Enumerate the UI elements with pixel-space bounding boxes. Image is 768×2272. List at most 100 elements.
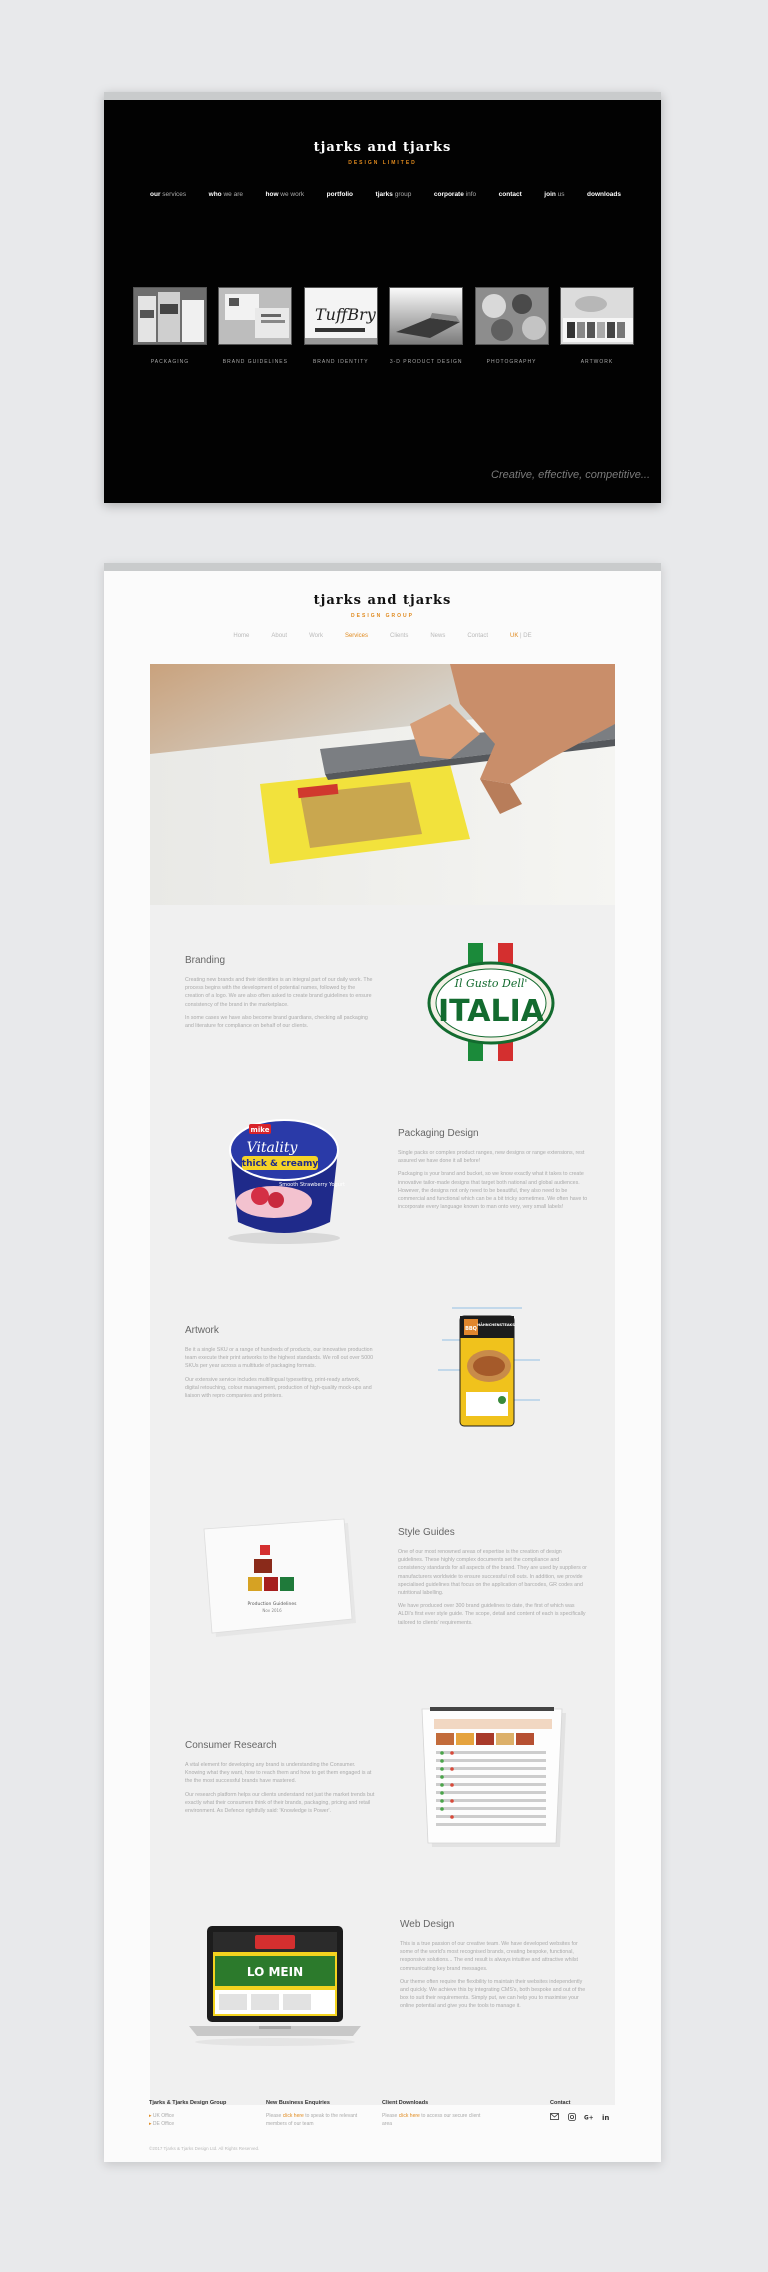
section-paragraph: Packaging is your brand and bucket, so w… [398,1171,588,1211]
section-consumer-research: Consumer Research A vital element for de… [150,1695,615,1895]
instagram-icon[interactable] [567,2112,576,2121]
web-design-text: Web Design This is a true passion of our… [400,1919,590,2016]
new-brand: tjarks and tjarks DESIGN GROUP [104,593,661,619]
section-paragraph: Our extensive service includes multiling… [185,1376,372,1400]
section-paragraph: This is a true passion of our creative t… [400,1941,579,1972]
services-panel: Branding Creating new brands and their i… [150,905,615,2105]
client-downloads-link[interactable]: click here [399,2113,420,2119]
artwork-thumb [559,287,634,345]
branding-text: Branding Creating new brands and their i… [185,955,375,1035]
section-paragraph: Single packs or complex product ranges, … [398,1150,585,1165]
style-guides-text: Style Guides One of our most renowned ar… [398,1527,588,1632]
svg-text:Production Guidelines: Production Guidelines [247,1601,297,1607]
section-title: Consumer Research [185,1740,277,1751]
old-nav-item[interactable]: corporate info [434,191,476,198]
mail-icon[interactable] [550,2112,559,2121]
section-paragraph: Creating new brands and their identities… [185,977,373,1008]
footer-heading: Contact [550,2100,571,2106]
svg-text:mike: mike [251,1126,270,1134]
nav-home[interactable]: Home [233,633,249,639]
tile-3d-product-design[interactable]: 3-D PRODUCT DESIGN [389,287,464,365]
style-guide-image: Production Guidelines Nov 2016 [200,1515,360,1650]
section-branding: Branding Creating new brands and their i… [150,905,615,1095]
new-tagline: DESIGN GROUP [351,613,414,619]
copyright: ©2017 Tjarks & Tjarks Design Ltd. All Ri… [149,2146,260,2151]
packaging-thumb [133,287,207,345]
old-nav: our services who we are how we work port… [150,191,621,198]
svg-text:Nov 2016: Nov 2016 [262,1608,282,1613]
section-paragraph: Our research platform helps our clients … [185,1791,375,1815]
new-business-link[interactable]: click here [283,2113,304,2119]
footer-new-business: New Business Enquiries Please click here… [266,2100,366,2128]
language-switch[interactable]: UK | DE [510,633,532,639]
old-logo[interactable]: tjarks and tjarks [104,140,661,155]
nav-clients[interactable]: Clients [390,633,408,639]
svg-text:Vitality: Vitality [247,1140,299,1156]
old-nav-item[interactable]: join us [544,191,564,198]
yogurt-pack-image: mike Vitality thick & creamy Smooth Stra… [214,1110,354,1255]
section-paragraph: A vital element for developing any brand… [185,1762,372,1785]
old-nav-item[interactable]: how we work [266,191,305,198]
tile-label: ARTWORK [580,359,614,365]
tile-brand-guidelines[interactable]: BRAND GUIDELINES [218,287,293,365]
hero-image [150,664,615,905]
footer-heading: Tjarks & Tjarks Design Group [149,2100,227,2106]
old-nav-item[interactable]: contact [499,191,522,198]
svg-text:ITALIA: ITALIA [438,994,545,1029]
section-paragraph: Be it a single SKU or a range of hundred… [185,1347,374,1370]
section-paragraph: In some cases we have also become brand … [185,1014,368,1030]
product-design-thumb [389,287,464,345]
italia-logo-image: Il Gusto Dell' ITALIA [426,943,556,1066]
svg-text:Il Gusto Dell': Il Gusto Dell' [454,977,528,990]
svg-text:thick & creamy: thick & creamy [242,1159,319,1169]
footer-text: Please click here to access our secure c… [382,2113,481,2127]
old-nav-item[interactable]: downloads [587,191,621,198]
tile-label: PACKAGING [150,359,190,365]
tile-artwork[interactable]: ARTWORK [559,287,634,365]
section-paragraph: We have produced over 300 brand guidelin… [398,1603,586,1626]
svg-text:Smooth Strawberry Yogurt: Smooth Strawberry Yogurt [279,1182,345,1188]
nav-work[interactable]: Work [309,633,323,639]
consumer-research-text: Consumer Research A vital element for de… [185,1740,375,1820]
new-logo[interactable]: tjarks and tjarks [104,593,661,608]
nav-contact[interactable]: Contact [467,633,488,639]
tile-brand-identity[interactable]: TuffBry BRAND IDENTITY [303,287,378,365]
nav-news[interactable]: News [430,633,445,639]
tile-label: 3-D PRODUCT DESIGN [389,359,463,365]
footer-text: Please click here to speak to the releva… [266,2113,358,2127]
nav-services[interactable]: Services [345,633,368,639]
section-title: Artwork [185,1325,219,1336]
artwork-text: Artwork Be it a single SKU or a range of… [185,1325,375,1405]
section-artwork: Artwork Be it a single SKU or a range of… [150,1295,615,1495]
section-title: Packaging Design [398,1128,479,1139]
old-nav-item[interactable]: our services [150,191,186,198]
svg-text:TuffBry: TuffBry [315,305,377,324]
old-nav-item[interactable]: who we are [209,191,243,198]
research-report-image [418,1707,568,1862]
service-tiles: PACKAGING BRAND GUIDELINES TuffBry BRAND… [133,287,634,365]
linkedin-icon[interactable]: in [601,2112,610,2121]
packaging-text: Packaging Design Single packs or complex… [398,1128,588,1216]
tile-packaging[interactable]: PACKAGING [133,287,207,365]
nav-about[interactable]: About [271,633,287,639]
section-title: Web Design [400,1919,455,1930]
svg-text:G+: G+ [584,2115,593,2121]
window-chrome [104,92,661,100]
section-web-design: LO MEIN Web Design This is a true passio… [150,1895,615,2105]
old-nav-item[interactable]: portfolio [327,191,353,198]
new-nav: Home About Work Services Clients News Co… [104,633,661,639]
office-link-uk[interactable]: ▸ UK Office [149,2112,259,2120]
old-slogan: Creative, effective, competitive... [491,469,650,481]
tile-label: BRAND GUIDELINES [222,359,288,365]
old-nav-item[interactable]: tjarks group [376,191,412,198]
tile-photography[interactable]: PHOTOGRAPHY [474,287,549,365]
social-links: G+ in [550,2112,620,2121]
svg-text:BBQ: BBQ [465,1326,477,1332]
laptop-image: LO MEIN [185,1920,365,2075]
svg-text:LO MEIN: LO MEIN [247,1965,303,1979]
google-plus-icon[interactable]: G+ [584,2112,593,2121]
office-link-de[interactable]: ▸ DE Office [149,2120,259,2128]
new-site-window: tjarks and tjarks DESIGN GROUP Home Abou… [104,563,661,2162]
footer-contact: Contact G+ in [550,2100,620,2121]
section-paragraph: Our theme often require the flexibility … [400,1978,586,2010]
